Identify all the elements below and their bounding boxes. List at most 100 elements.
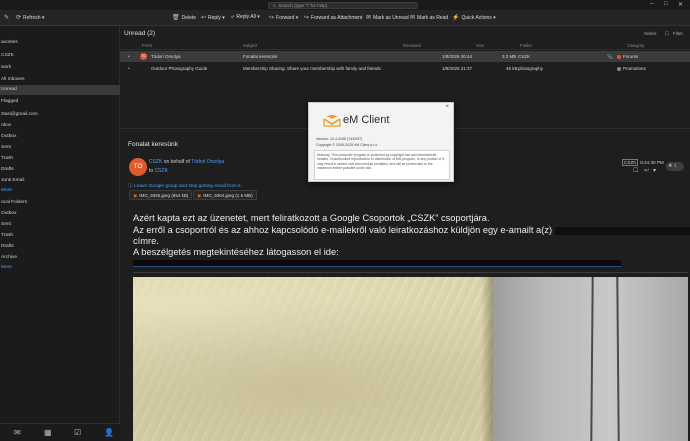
- message-date: CSZK 8:44:30 PM: [622, 159, 664, 166]
- checkbox-icon[interactable]: ☐: [665, 31, 669, 37]
- calendar-icon[interactable]: ▦: [44, 428, 52, 437]
- sidebar-item-unread[interactable]: Unread: [0, 85, 120, 95]
- sidebar-item-cszk[interactable]: CSZK: [0, 51, 120, 61]
- row-folder: CSZK: [518, 54, 531, 59]
- table-row[interactable]: • TO Tódori Orsolya Fonalat keresünk 1/8…: [120, 51, 690, 62]
- sidebar-item-archive[interactable]: Archive: [0, 253, 120, 263]
- column-from[interactable]: From: [142, 43, 152, 48]
- copyright-line: Copyright © 2006-2025 eM Client s.r.o.: [316, 143, 379, 147]
- theme-toggle[interactable]: ☀ ☾: [666, 162, 684, 171]
- sidebar-item-local-drafts[interactable]: Drafts: [0, 242, 120, 252]
- row-from: Outdoor Photography Guide: [151, 66, 208, 71]
- select-button[interactable]: Select: [644, 31, 657, 36]
- sidebar-item-favorites[interactable]: avorites: [0, 38, 120, 48]
- minimize-icon[interactable]: –: [650, 1, 653, 7]
- body-line-3: címre.: [133, 236, 159, 246]
- row-size: 3.2 MB: [502, 54, 517, 59]
- sidebar: avorites CSZK work All Inboxes Unread Fl…: [0, 26, 120, 423]
- close-icon[interactable]: ×: [445, 104, 449, 110]
- em-client-logo-icon: [323, 115, 341, 127]
- leave-group-link[interactable]: Leave Google group and stop getting emai…: [134, 184, 242, 189]
- refresh-button[interactable]: ⟳ Refresh ▾: [16, 14, 44, 21]
- sidebar-item-local-sent[interactable]: Sent: [0, 220, 120, 230]
- unread-dot-icon: •: [128, 66, 130, 72]
- column-subject[interactable]: Subject: [243, 43, 257, 48]
- toolbar: ✎ ⟳ Refresh ▾ 🗑 Delete ↩ Reply ▾ ⤶ Reply All…: [0, 10, 690, 26]
- filter-button[interactable]: Filter: [673, 31, 683, 36]
- inline-image[interactable]: [133, 277, 688, 441]
- sidebar-item-trash[interactable]: Trash: [0, 154, 120, 164]
- compose-icon[interactable]: ✎: [4, 14, 11, 21]
- recipient-link[interactable]: CSZK: [155, 168, 168, 174]
- tasks-icon[interactable]: ☑: [74, 428, 81, 437]
- sidebar-item-drafts[interactable]: Drafts: [0, 165, 120, 175]
- maximize-icon[interactable]: □: [664, 1, 668, 7]
- reply-all-icon: ⤶: [231, 14, 235, 20]
- row-received: 1/8/2026 21:37: [442, 66, 473, 71]
- list-title: Unread (2): [124, 30, 156, 37]
- unread-dot-icon: •: [128, 54, 130, 60]
- sidebar-item-outbox[interactable]: Outbox: [0, 132, 120, 142]
- sidebar-item-more[interactable]: More: [0, 186, 120, 196]
- attachment-chip[interactable]: ▣ IMG_9365.jpeg (854 kB): [129, 190, 193, 200]
- row-category: Promotions: [617, 66, 646, 71]
- envelope-open-icon: ✉: [410, 15, 416, 21]
- reply-all-button[interactable]: ⤶ Reply All ▾: [231, 14, 260, 21]
- sidebar-item-inbox[interactable]: nbox: [0, 121, 120, 131]
- redacted-email: [554, 226, 690, 235]
- title-bar: ⌕ Search (type '?' for help) – □ ✕: [0, 0, 690, 10]
- recipient-line: to CSZK: [149, 168, 168, 174]
- sidebar-item-local-outbox[interactable]: Outbox: [0, 209, 120, 219]
- row-from: Tódori Orsolya: [151, 54, 181, 59]
- more-icon[interactable]: ▾: [653, 167, 656, 174]
- sender-person-link[interactable]: Tódori Orsolya: [191, 159, 224, 165]
- forward-attachment-button[interactable]: ↪ Forward as Attachment: [304, 14, 362, 21]
- status-badge: CSZK: [622, 159, 639, 166]
- contacts-icon[interactable]: 👤: [104, 428, 114, 437]
- reply-icon[interactable]: ↩: [644, 167, 649, 174]
- envelope-icon: ✉: [366, 15, 372, 21]
- column-size[interactable]: Size: [476, 43, 484, 48]
- mark-read-button[interactable]: ✉ Mark as Read: [410, 14, 448, 21]
- sidebar-item-flagged[interactable]: Flagged: [0, 97, 120, 107]
- mail-icon[interactable]: ✉: [14, 428, 21, 437]
- column-folder[interactable]: Folder: [520, 43, 532, 48]
- sidebar-item-work[interactable]: work: [0, 63, 120, 73]
- sidebar-item-local-trash[interactable]: Trash: [0, 231, 120, 241]
- search-input[interactable]: ⌕ Search (type '?' for help): [268, 2, 418, 9]
- forward-icon: ↪: [269, 15, 275, 21]
- avatar: TO: [140, 53, 147, 60]
- checkbox-icon[interactable]: ☐: [633, 167, 638, 174]
- body-line-1: Azért kapta ezt az üzenetet, mert felira…: [133, 213, 490, 223]
- sidebar-item-local-more[interactable]: More: [0, 263, 120, 273]
- category-dot-icon: [617, 66, 621, 71]
- forward-button[interactable]: ↪ Forward ▾: [269, 14, 298, 21]
- attachment-icon: 📎: [607, 54, 613, 59]
- column-header-row: From Subject Received Size Folder Catego…: [120, 42, 690, 50]
- sidebar-item-junk[interactable]: Junk Email: [0, 176, 120, 186]
- lightning-icon: ⚡: [452, 15, 460, 21]
- table-row[interactable]: • Outdoor Photography Guide Membership S…: [120, 63, 690, 74]
- sidebar-item-local-folders[interactable]: ocal Folders: [0, 198, 120, 208]
- sidebar-item-sent[interactable]: Sent: [0, 143, 120, 153]
- sidebar-item-all-inboxes[interactable]: All Inboxes: [0, 75, 120, 85]
- sun-icon: ☀: [668, 163, 673, 169]
- redacted-link[interactable]: [133, 260, 621, 267]
- refresh-icon: ⟳: [16, 15, 22, 21]
- sidebar-item-account[interactable]: ztasi@gmail.com: [0, 110, 120, 120]
- column-category[interactable]: Category: [627, 43, 644, 48]
- quick-actions-button[interactable]: ⚡ Quick Actions ▾: [452, 14, 496, 21]
- row-subject: Fonalat keresünk: [243, 54, 278, 59]
- sender-group-link[interactable]: CSZK: [149, 159, 162, 165]
- delete-button[interactable]: 🗑 Delete: [172, 14, 196, 21]
- forward-attachment-icon: ↪: [304, 15, 310, 21]
- column-received[interactable]: Received: [403, 43, 421, 48]
- info-icon: ⓘ: [128, 184, 133, 189]
- attachment-chip[interactable]: ▣ IMG_9364.jpeg (1.5 MB): [193, 190, 257, 200]
- avatar: TO: [129, 158, 147, 176]
- mark-unread-button[interactable]: ✉ Mark as Unread: [366, 14, 409, 21]
- reply-button[interactable]: ↩ Reply ▾: [201, 14, 225, 21]
- close-icon[interactable]: ✕: [678, 1, 683, 8]
- reply-icon: ↩: [201, 15, 207, 21]
- dialog-title: eM Client: [343, 114, 390, 126]
